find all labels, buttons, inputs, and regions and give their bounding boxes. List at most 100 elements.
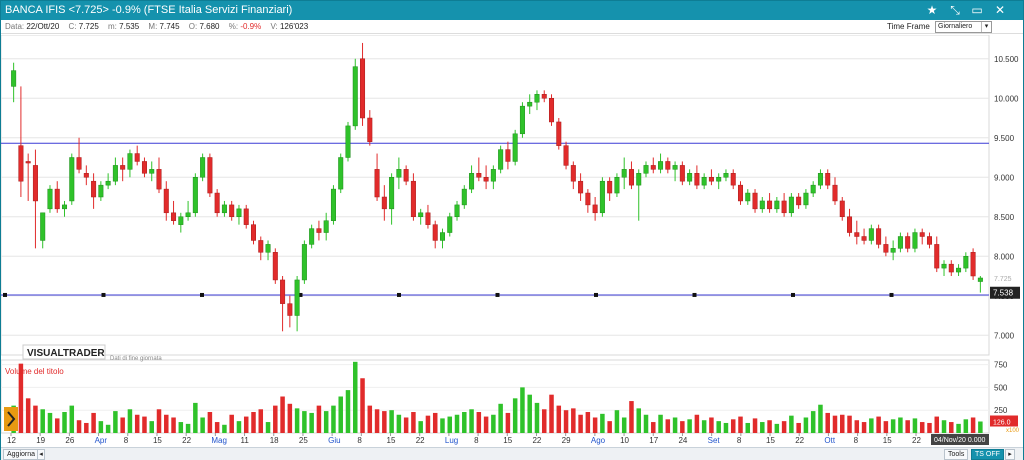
close-icon[interactable]: ✕ xyxy=(990,1,1010,20)
candle-body xyxy=(454,204,460,217)
candle-body xyxy=(112,165,118,182)
date-tick-label: 10 xyxy=(620,436,629,445)
volume-bar xyxy=(789,415,794,433)
volume-bar xyxy=(730,419,736,433)
star-icon[interactable]: ★ xyxy=(922,1,942,20)
candle-body xyxy=(98,184,104,198)
volume-bar xyxy=(636,408,641,433)
candle-body xyxy=(360,58,366,119)
candle-body xyxy=(658,161,664,170)
date-label: Data: xyxy=(5,22,25,31)
candle-body xyxy=(265,244,271,253)
candle-body xyxy=(701,177,707,186)
price-tick-label: 10.000 xyxy=(994,94,1019,103)
volume-bar xyxy=(825,412,830,433)
line-handle xyxy=(101,292,106,297)
volume-bar xyxy=(585,412,591,433)
date-tick-label: 15 xyxy=(503,436,512,445)
candle-body xyxy=(381,196,387,210)
candle-body xyxy=(301,244,307,281)
volume-bar xyxy=(273,405,278,433)
ts-off-button[interactable]: TS OFF xyxy=(971,449,1004,460)
chevron-down-icon[interactable]: ▾ xyxy=(981,22,991,32)
volume-bar xyxy=(723,422,729,433)
price-chart[interactable]: 10.50010.0009.5009.0008.5008.0007.5007.0… xyxy=(1,35,1023,447)
volume-bar xyxy=(47,412,53,433)
candle-body xyxy=(91,180,97,198)
price-tick-label: 8.000 xyxy=(994,252,1015,261)
volume-bar xyxy=(629,401,634,433)
candle-body xyxy=(970,252,976,277)
window-title: BANCA IFIS <7.725> -0.9% (FTSE Italia Se… xyxy=(5,4,293,16)
line-handle xyxy=(3,292,7,297)
volume-bar xyxy=(847,415,852,433)
volume-scale-tag: x100 xyxy=(1006,428,1020,434)
candle-body xyxy=(120,165,126,170)
volume-bar xyxy=(120,417,125,433)
candle-body xyxy=(563,145,569,166)
scroll-left-icon[interactable]: ◂ xyxy=(37,449,45,460)
candle-body xyxy=(956,267,962,273)
volume-panel-label: Volume del titolo xyxy=(5,367,64,376)
candle-body xyxy=(621,169,627,178)
candle-body xyxy=(309,228,315,245)
aggiorna-button[interactable]: Aggiorna xyxy=(3,449,40,460)
candle-body xyxy=(476,173,482,178)
price-panel xyxy=(1,35,990,356)
candle-body xyxy=(890,248,896,253)
candle-body xyxy=(498,149,504,170)
tools-button[interactable]: Tools xyxy=(944,449,969,460)
volume-bar xyxy=(832,415,838,433)
volume-bar xyxy=(963,419,969,433)
candle-body xyxy=(178,216,184,225)
candle-body xyxy=(810,184,816,194)
title-bar[interactable]: BANCA IFIS <7.725> -0.9% (FTSE Italia Se… xyxy=(1,1,1023,20)
date-tick-label: 8 xyxy=(854,436,859,445)
volume-bar xyxy=(680,421,685,433)
date-tick-label: 24 xyxy=(678,436,687,445)
line-handle xyxy=(692,292,697,297)
timeframe-select[interactable]: Giornaliero ▾ xyxy=(935,21,992,33)
brand-name: VISUALTRADER xyxy=(27,348,105,359)
candle-body xyxy=(367,117,373,142)
line-handle xyxy=(889,292,894,297)
expand-icon[interactable]: ⤡ xyxy=(945,1,965,20)
ohlc-info-bar: Data: 22/Ott/20 C: 7.725 m: 7.535 M: 7.7… xyxy=(1,20,1023,34)
scroll-right-icon[interactable]: ▸ xyxy=(1005,449,1015,460)
volume-bar xyxy=(265,422,271,433)
candle-body xyxy=(672,165,678,170)
candle-body xyxy=(876,228,882,245)
date-tick-label: 15 xyxy=(387,436,396,445)
volume-bar xyxy=(243,416,249,433)
candle-body xyxy=(912,232,918,249)
volume-bar xyxy=(665,419,671,433)
volume-bar xyxy=(331,405,336,433)
candle-body xyxy=(163,188,169,214)
candle-body xyxy=(730,173,736,186)
candle-body xyxy=(868,228,874,241)
volume-bar xyxy=(687,419,692,433)
candle-body xyxy=(105,180,111,186)
line-handle xyxy=(791,292,795,297)
date-tick-label: 11 xyxy=(241,436,250,445)
candle-body xyxy=(236,208,242,218)
volume-bar xyxy=(919,422,925,433)
line-handle xyxy=(397,292,401,297)
volume-bar xyxy=(418,421,423,433)
volume-bar xyxy=(200,417,205,433)
candle-body xyxy=(221,204,227,214)
candle-body xyxy=(141,161,147,174)
volume-bar xyxy=(127,409,133,433)
candle-body xyxy=(374,169,380,198)
restore-icon[interactable]: ▭ xyxy=(967,1,987,20)
volume-bar xyxy=(251,412,256,433)
candle-body xyxy=(585,192,591,206)
price-tick-label: 7.000 xyxy=(994,331,1015,340)
volume-bar xyxy=(302,411,307,433)
date-tick-label: 22 xyxy=(416,436,425,445)
candle-body xyxy=(316,228,322,233)
date-tick-label: 8 xyxy=(737,436,742,445)
volume-bar xyxy=(701,420,707,433)
candle-body xyxy=(599,180,605,214)
volume-bar xyxy=(454,414,460,433)
